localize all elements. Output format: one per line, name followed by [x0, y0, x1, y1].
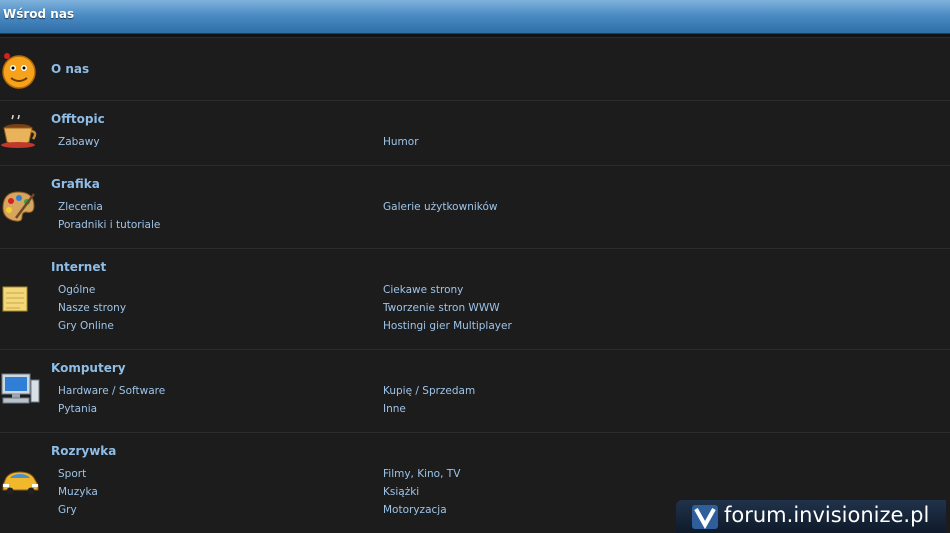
category-header-title: Wśrod nas	[3, 7, 75, 21]
forum-title[interactable]: Offtopic	[51, 112, 105, 126]
v-logo-icon	[692, 505, 718, 529]
subforum-link[interactable]: Nasze strony	[58, 302, 126, 314]
forum-row-grafika: Grafika Zlecenia Galerie użytkowników Po…	[0, 165, 950, 248]
forum-row-o-nas: O nas	[0, 37, 950, 100]
watermark: forum.invisionize.pl	[676, 500, 946, 533]
subforum-link[interactable]: Zabawy	[58, 136, 100, 148]
subforum-link[interactable]: Motoryzacja	[383, 504, 447, 516]
subforum-link[interactable]: Muzyka	[58, 486, 98, 498]
subforum-link[interactable]: Kupię / Sprzedam	[383, 385, 475, 397]
subforum-link[interactable]: Sport	[58, 468, 86, 480]
coffee-cup-icon	[1, 115, 37, 148]
subforum-link[interactable]: Tworzenie stron WWW	[383, 302, 500, 314]
paint-palette-icon	[2, 191, 35, 222]
forum-title[interactable]: Rozrywka	[51, 444, 116, 458]
subforum-link[interactable]: Gry Online	[58, 320, 114, 332]
subforum-link[interactable]: Hostingi gier Multiplayer	[383, 320, 512, 332]
car-icon	[2, 471, 39, 495]
subforum-link[interactable]: Hardware / Software	[58, 385, 165, 397]
subforum-link[interactable]: Humor	[383, 136, 419, 148]
forum-row-internet: Internet Ogólne Ciekawe strony Nasze str…	[0, 248, 950, 349]
subforum-link[interactable]: Ciekawe strony	[383, 284, 463, 296]
subforum-link[interactable]: Gry	[58, 504, 77, 516]
forum-title[interactable]: Internet	[51, 260, 106, 274]
subforum-link[interactable]: Poradniki i tutoriale	[58, 219, 160, 231]
subforum-link[interactable]: Pytania	[58, 403, 97, 415]
forum-title[interactable]: Grafika	[51, 177, 100, 191]
category-header: Wśrod nas	[0, 0, 950, 34]
forum-title[interactable]: O nas	[51, 62, 89, 76]
emoticon-icon	[2, 53, 36, 89]
subforum-link[interactable]: Filmy, Kino, TV	[383, 468, 460, 480]
forum-row-offtopic: Offtopic Zabawy Humor	[0, 100, 950, 165]
notepad-icon	[2, 286, 28, 312]
forum-row-komputery: Komputery Hardware / Software Kupię / Sp…	[0, 349, 950, 432]
subforum-link[interactable]: Inne	[383, 403, 406, 415]
watermark-text: forum.invisionize.pl	[724, 503, 930, 527]
subforum-link[interactable]: Zlecenia	[58, 201, 103, 213]
forum-title[interactable]: Komputery	[51, 361, 126, 375]
computer-icon	[1, 373, 40, 404]
subforum-link[interactable]: Galerie użytkowników	[383, 201, 498, 213]
subforum-link[interactable]: Ogólne	[58, 284, 95, 296]
subforum-link[interactable]: Książki	[383, 486, 419, 498]
